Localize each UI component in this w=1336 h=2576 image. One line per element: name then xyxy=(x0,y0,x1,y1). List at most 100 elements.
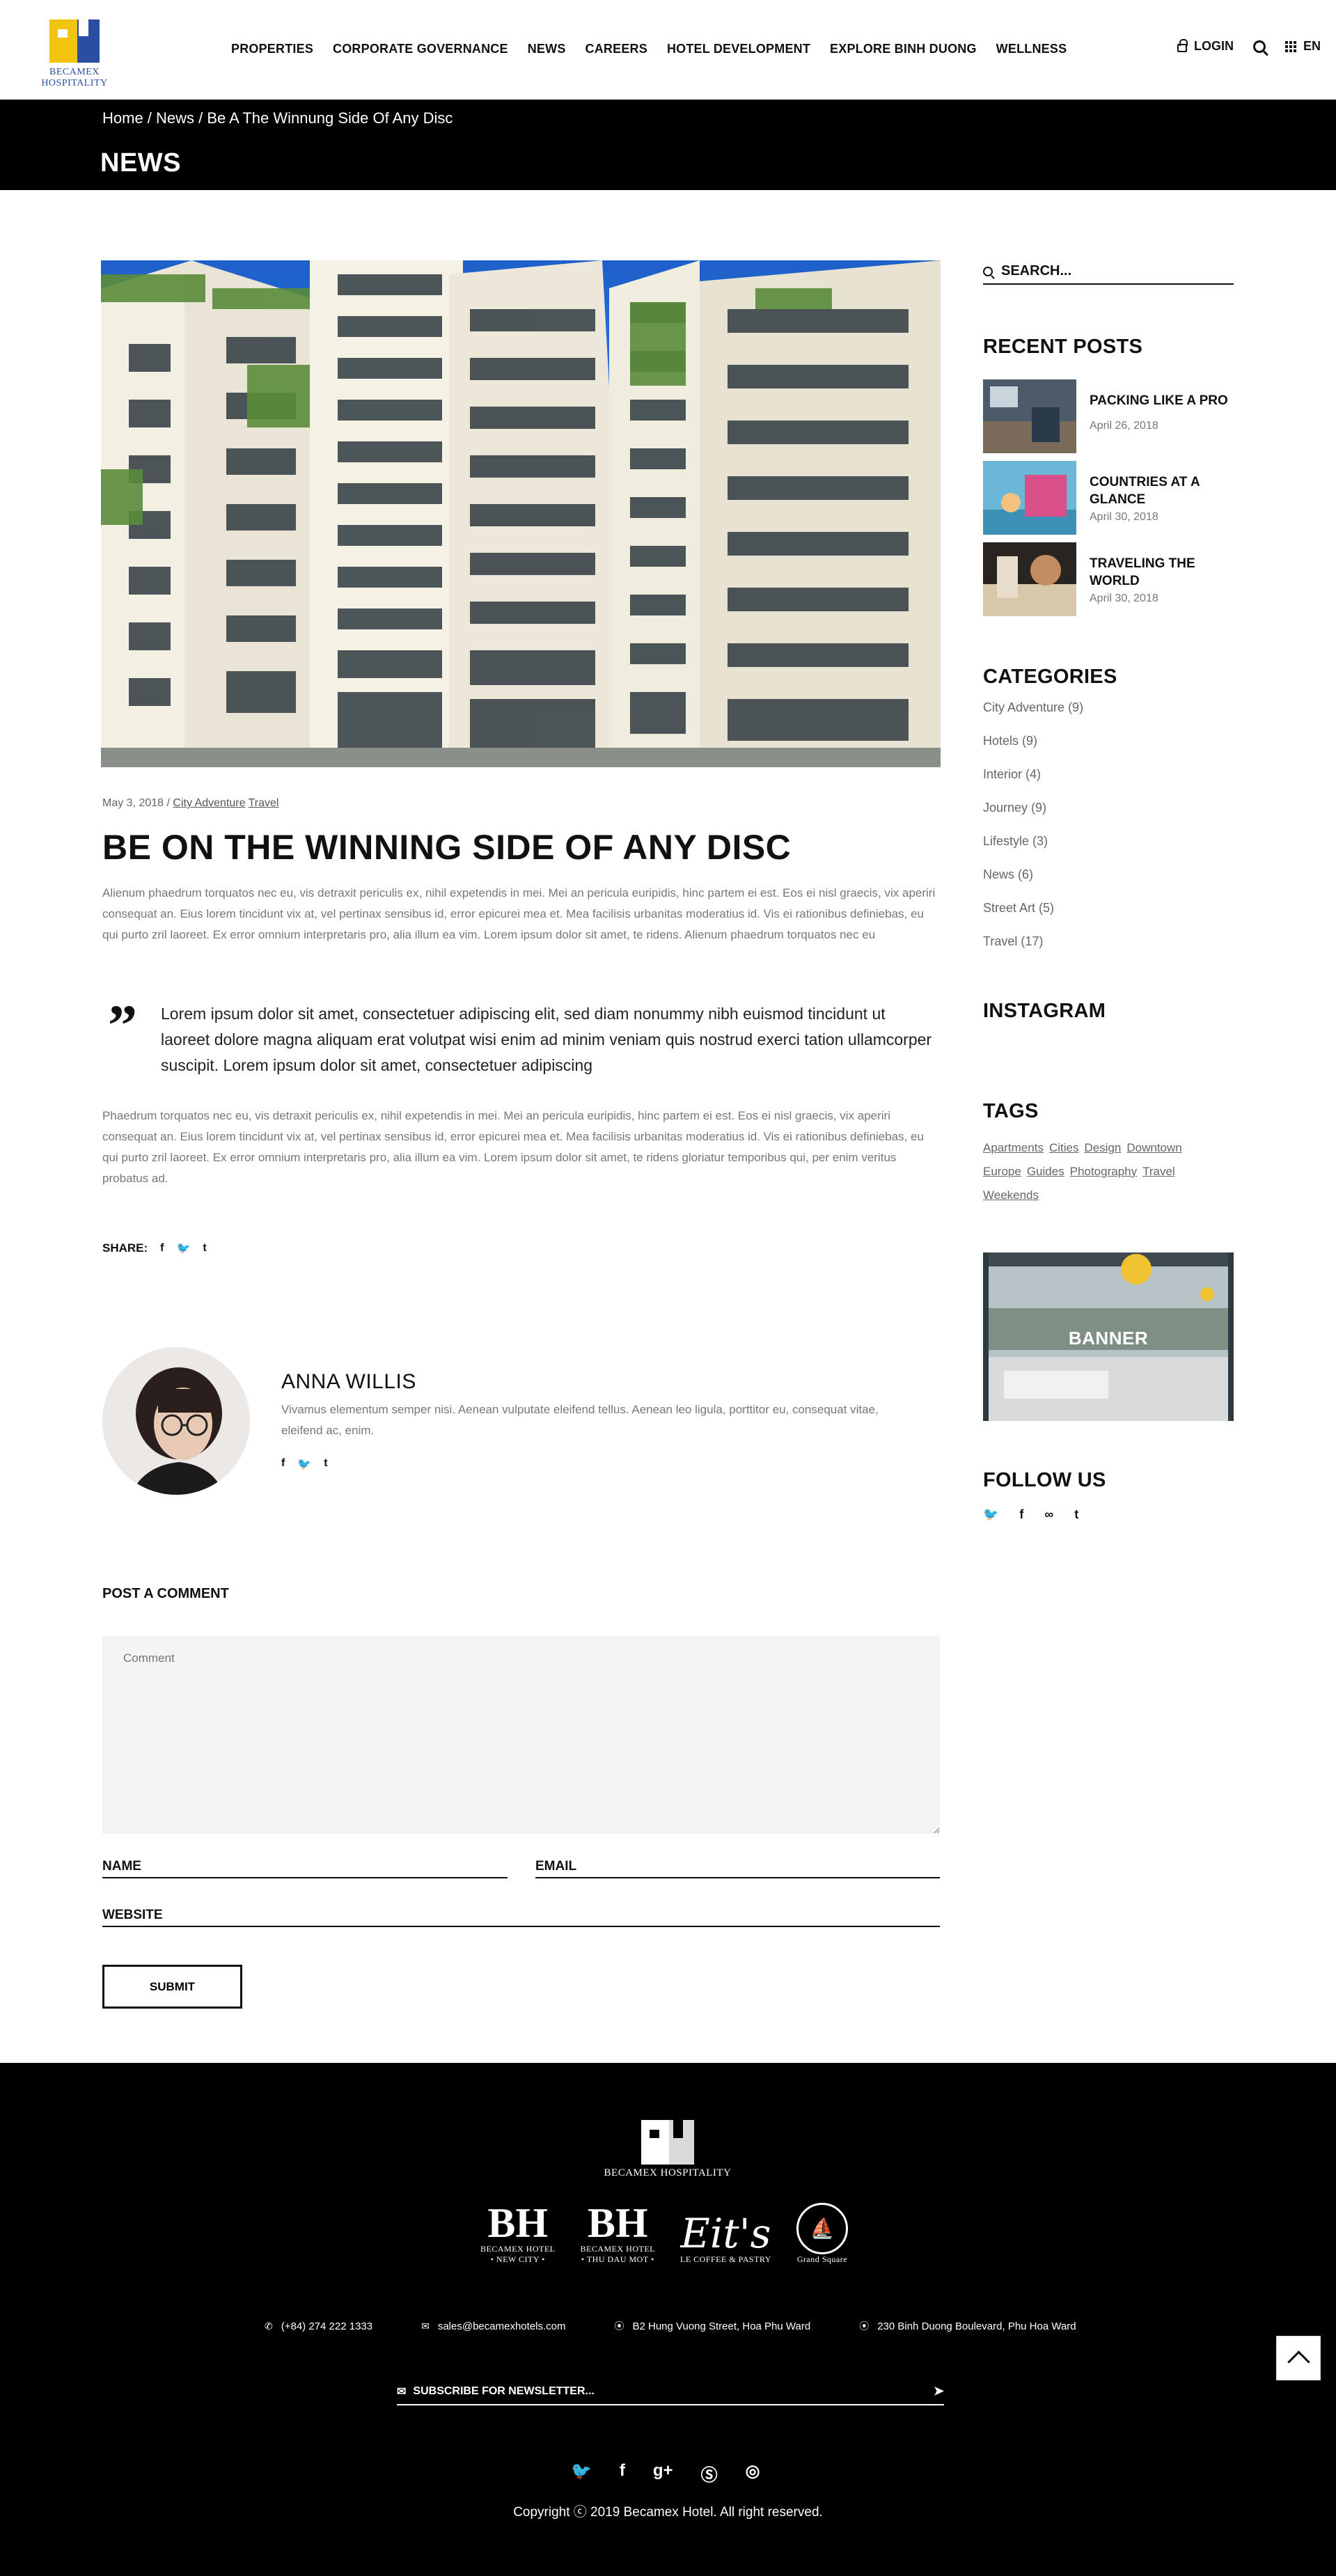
share-label: SHARE: xyxy=(102,1241,148,1255)
login-label: LOGIN xyxy=(1193,39,1234,53)
sidebar-search-input[interactable]: SEARCH... xyxy=(983,263,1234,285)
tag-link[interactable]: Weekends xyxy=(983,1188,1039,1202)
footer-logo-text: BECAMEX HOSPITALITY xyxy=(604,2167,732,2178)
categories-heading: CATEGORIES xyxy=(983,666,1117,688)
partner-becamex-hotel-thu-dau-mot[interactable]: BH BECAMEX HOTEL • THU DAU MOT • xyxy=(581,2202,656,2265)
tumblr-icon[interactable]: t xyxy=(324,1457,327,1471)
address-text: B2 Hung Vuong Street, Hoa Phu Ward xyxy=(632,2320,811,2332)
breadcrumb[interactable]: Home / News / Be A The Winnung Side Of A… xyxy=(102,109,453,127)
nav-explore-binh-duong[interactable]: EXPLORE BINH DUONG xyxy=(830,42,977,56)
meta-separator: / xyxy=(164,797,173,809)
tag-link[interactable]: Travel xyxy=(1142,1165,1175,1178)
nav-hotel-development[interactable]: HOTEL DEVELOPMENT xyxy=(667,42,810,56)
category-item[interactable]: News (6) xyxy=(983,867,1083,901)
twitter-icon[interactable]: 🐦 xyxy=(571,2461,592,2485)
recent-posts-heading: RECENT POSTS xyxy=(983,336,1143,358)
contact-phone[interactable]: ✆ (+84) 274 222 1333 xyxy=(265,2319,372,2333)
site-logo[interactable]: BECAMEX HOSPITALITY xyxy=(15,19,134,89)
tag-link[interactable]: Cities xyxy=(1049,1141,1079,1154)
partner-name: BECAMEX HOTEL xyxy=(480,2244,556,2254)
nav-news[interactable]: NEWS xyxy=(528,42,566,56)
partner-name: Grand Square xyxy=(796,2254,848,2264)
copyright: Copyright ⓒ 2019 Becamex Hotel. All righ… xyxy=(513,2505,823,2520)
email-field[interactable]: EMAIL xyxy=(535,1859,940,1878)
back-to-top-button[interactable] xyxy=(1276,2336,1321,2380)
tag-link[interactable]: Photography xyxy=(1070,1165,1137,1178)
recent-post-date: April 30, 2018 xyxy=(1090,592,1158,604)
footer-logo[interactable]: BECAMEX HOSPITALITY xyxy=(602,2120,734,2179)
tag-link[interactable]: Europe xyxy=(983,1165,1021,1178)
twitter-icon[interactable]: 🐦 xyxy=(177,1241,191,1255)
contact-email[interactable]: ✉ sales@becamexhotels.com xyxy=(421,2319,565,2333)
newsletter-input[interactable]: ✉ SUBSCRIBE FOR NEWSLETTER... ➤ xyxy=(397,2384,944,2405)
banner-label: BANNER xyxy=(1068,1328,1149,1349)
comment-textarea[interactable] xyxy=(102,1636,940,1834)
facebook-icon[interactable]: f xyxy=(1019,1507,1023,1522)
category-item[interactable]: Street Art (5) xyxy=(983,901,1083,934)
language-switcher[interactable]: EN xyxy=(1284,39,1321,54)
post-paragraph-2: Phaedrum torquatos nec eu, vis detraxit … xyxy=(102,1109,924,1185)
post-category-city-adventure[interactable]: City Adventure xyxy=(173,797,245,809)
quote-icon: ” xyxy=(108,994,137,1058)
website-label: WEBSITE xyxy=(102,1908,163,1922)
recent-post-item[interactable]: COUNTRIES AT A GLANCE April 30, 2018 xyxy=(983,461,1234,537)
email-label: EMAIL xyxy=(535,1859,577,1874)
send-icon[interactable]: ➤ xyxy=(934,2384,944,2398)
author-bio: Vivamus elementum semper nisi. Aenean vu… xyxy=(281,1403,879,1437)
tripadvisor-icon[interactable]: ∞ xyxy=(1044,1507,1053,1522)
login-button[interactable]: LOGIN xyxy=(1177,38,1234,54)
skype-icon[interactable]: Ⓢ xyxy=(701,2461,718,2485)
category-item[interactable]: Hotels (9) xyxy=(983,734,1083,767)
category-item[interactable]: Lifestyle (3) xyxy=(983,834,1083,867)
recent-post-item[interactable]: PACKING LIKE A PRO April 26, 2018 xyxy=(983,379,1234,456)
twitter-icon[interactable]: 🐦 xyxy=(297,1457,311,1471)
site-footer: BECAMEX HOSPITALITY BH BECAMEX HOTEL • N… xyxy=(0,2063,1336,2576)
facebook-icon[interactable]: f xyxy=(620,2461,625,2485)
follow-us-heading: FOLLOW US xyxy=(983,1469,1106,1491)
phone-text: (+84) 274 222 1333 xyxy=(281,2320,373,2332)
search-icon[interactable] xyxy=(1252,40,1266,53)
partner-eits[interactable]: Eit's LE COFFEE & PASTRY xyxy=(680,2213,771,2265)
category-item[interactable]: Travel (17) xyxy=(983,934,1083,968)
tumblr-icon[interactable]: t xyxy=(1074,1507,1078,1522)
tags-heading: TAGS xyxy=(983,1100,1039,1122)
instagram-heading: INSTAGRAM xyxy=(983,1000,1106,1022)
nav-wellness[interactable]: WELLNESS xyxy=(996,42,1067,56)
partner-becamex-hotel-new-city[interactable]: BH BECAMEX HOTEL • NEW CITY • xyxy=(480,2202,556,2265)
category-item[interactable]: Interior (4) xyxy=(983,767,1083,801)
instagram-icon[interactable]: ◎ xyxy=(746,2461,760,2485)
header-actions: LOGIN EN xyxy=(1177,38,1321,54)
post-meta: May 3, 2018 / City Adventure Travel xyxy=(102,797,278,810)
tag-link[interactable]: Design xyxy=(1084,1141,1121,1154)
name-field[interactable]: NAME xyxy=(102,1859,508,1878)
tag-link[interactable]: Apartments xyxy=(983,1141,1044,1154)
recent-post-thumb xyxy=(983,379,1076,453)
sidebar-search-placeholder: SEARCH... xyxy=(1001,263,1072,278)
site-header: BECAMEX HOSPITALITY PROPERTIES CORPORATE… xyxy=(0,0,1336,100)
tumblr-icon[interactable]: t xyxy=(203,1242,206,1255)
recent-post-title: PACKING LIKE A PRO xyxy=(1090,393,1228,408)
facebook-icon[interactable]: f xyxy=(160,1242,164,1255)
sidebar-banner[interactable]: BANNER xyxy=(983,1252,1234,1421)
category-item[interactable]: Journey (9) xyxy=(983,801,1083,834)
search-icon xyxy=(983,266,993,276)
recent-post-item[interactable]: TRAVELING THE WORLD April 30, 2018 xyxy=(983,542,1234,619)
facebook-icon[interactable]: f xyxy=(281,1457,285,1471)
partner-name: BECAMEX HOTEL xyxy=(580,2244,655,2254)
nav-corporate-governance[interactable]: CORPORATE GOVERNANCE xyxy=(333,42,508,56)
google-plus-icon[interactable]: g+ xyxy=(653,2461,673,2485)
nav-properties[interactable]: PROPERTIES xyxy=(231,42,313,56)
page-title-bar: Home / News / Be A The Winnung Side Of A… xyxy=(0,100,1336,190)
lock-icon xyxy=(1177,38,1188,52)
tag-link[interactable]: Downtown xyxy=(1126,1141,1181,1154)
submit-button[interactable]: SUBMIT xyxy=(102,1965,242,2009)
category-item[interactable]: City Adventure (9) xyxy=(983,700,1083,734)
nav-careers[interactable]: CAREERS xyxy=(586,42,647,56)
tag-link[interactable]: Guides xyxy=(1027,1165,1064,1178)
website-field[interactable]: WEBSITE xyxy=(102,1908,940,1927)
partner-logos: BH BECAMEX HOTEL • NEW CITY • BH BECAMEX… xyxy=(480,2202,848,2265)
post-category-travel[interactable]: Travel xyxy=(249,797,279,809)
partner-grand-square[interactable]: ⛵ Grand Square xyxy=(796,2203,848,2265)
twitter-icon[interactable]: 🐦 xyxy=(983,1507,998,1522)
recent-post-title: COUNTRIES AT A GLANCE xyxy=(1090,475,1200,507)
